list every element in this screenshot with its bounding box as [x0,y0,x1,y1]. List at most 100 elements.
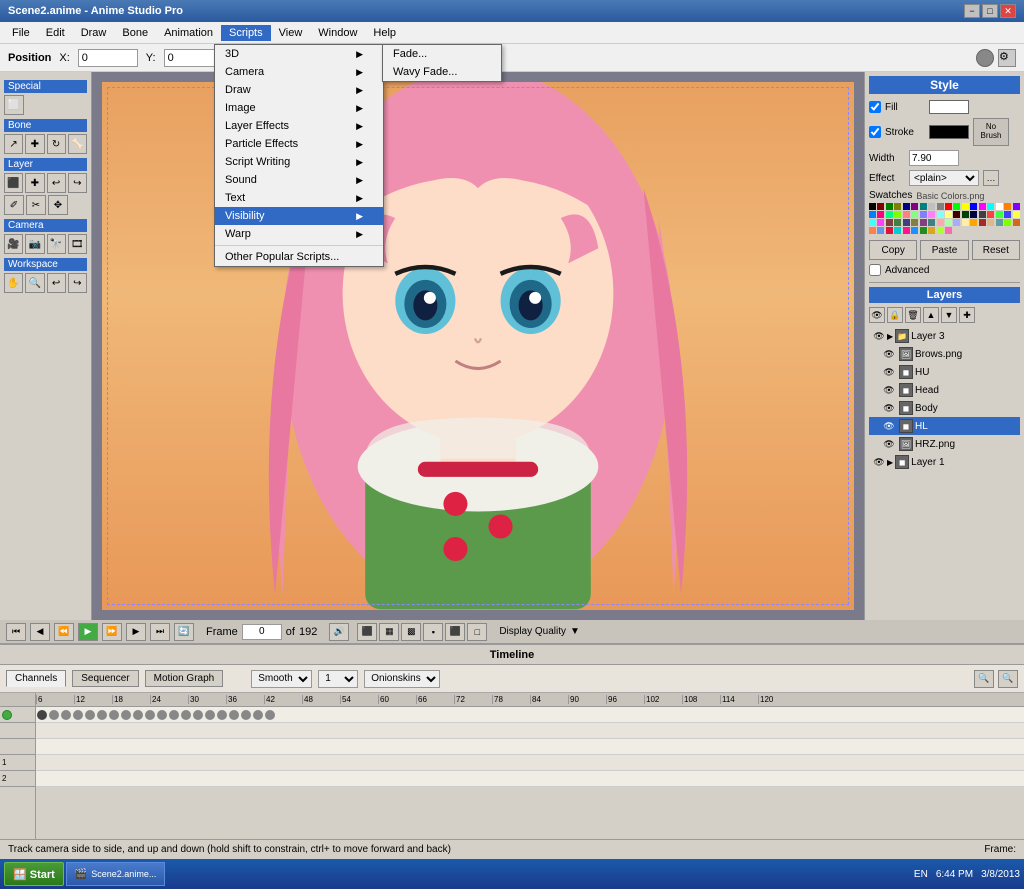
layer-eye-1[interactable]: 👁 [883,348,895,360]
tab-channels[interactable]: Channels [6,670,66,687]
swatch-35[interactable] [1013,211,1020,218]
stroke-checkbox[interactable] [869,126,881,138]
tl-dot-2[interactable] [61,710,71,720]
script-item-image[interactable]: Image ▶ [215,99,383,117]
layer-eye-4[interactable]: 👁 [883,402,895,414]
tl-dot-4[interactable] [85,710,95,720]
menu-edit[interactable]: Edit [38,25,73,41]
swatch-52[interactable] [1004,219,1011,226]
tl-dot-18[interactable] [253,710,263,720]
script-item-particle[interactable]: Particle Effects ▶ [215,135,383,153]
layer-eye-3[interactable]: 👁 [883,384,895,396]
swatch-15[interactable] [996,203,1003,210]
swatch-29[interactable] [962,211,969,218]
swatch-33[interactable] [996,211,1003,218]
tool-camera-3[interactable]: 🔭 [47,234,66,254]
swatch-53[interactable] [1013,219,1020,226]
swatch-6[interactable] [920,203,927,210]
toolbar-x-input[interactable] [78,49,138,67]
layer-row-4[interactable]: 👁◼Body [869,399,1020,417]
layer-row-3[interactable]: 👁◼Head [869,381,1020,399]
layer-row-6[interactable]: 👁🖼HRZ.png [869,435,1020,453]
layer-eye-0[interactable]: 👁 [873,330,885,342]
view-btn-6[interactable]: □ [467,623,487,641]
swatch-16[interactable] [1004,203,1011,210]
view-btn-5[interactable]: ⬛ [445,623,465,641]
tl-dot-7[interactable] [121,710,131,720]
smooth-select[interactable]: Smooth [251,670,312,688]
swatch-24[interactable] [920,211,927,218]
tl-dot-5[interactable] [97,710,107,720]
reset-button[interactable]: Reset [972,240,1020,260]
swatch-50[interactable] [987,219,994,226]
tl-tracks-container[interactable]: 6121824303642485460667278849096102108114… [36,693,1024,839]
menu-help[interactable]: Help [365,25,404,41]
script-item-warp[interactable]: Warp ▶ [215,225,383,243]
visibility-item-fade[interactable]: Fade... [383,45,501,63]
tl-dot-15[interactable] [217,710,227,720]
tl-zoom-in[interactable]: 🔍 [974,670,994,688]
menu-view[interactable]: View [271,25,311,41]
swatch-20[interactable] [886,211,893,218]
swatch-59[interactable] [911,227,918,234]
tl-dot-19[interactable] [265,710,275,720]
swatch-23[interactable] [911,211,918,218]
stroke-color-box[interactable] [929,125,969,139]
swatch-37[interactable] [877,219,884,226]
swatch-41[interactable] [911,219,918,226]
swatch-10[interactable] [953,203,960,210]
menu-draw[interactable]: Draw [73,25,115,41]
menu-file[interactable]: File [4,25,38,41]
tl-dot-13[interactable] [193,710,203,720]
swatch-36[interactable] [869,219,876,226]
tl-dot-3[interactable] [73,710,83,720]
tool-layer-1[interactable]: ⬛ [4,173,23,193]
swatch-31[interactable] [979,211,986,218]
view-btn-2[interactable]: ▦ [379,623,399,641]
tool-layer-3[interactable]: ↩ [47,173,66,193]
layers-tb-6[interactable]: ✚ [959,307,975,323]
frame-input[interactable] [242,624,282,640]
tool-bone-2[interactable]: ✚ [25,134,44,154]
tool-camera-4[interactable]: 🎞 [68,234,87,254]
layers-tb-1[interactable]: 👁 [869,307,885,323]
tl-dot-0[interactable] [37,710,47,720]
layers-tb-3[interactable]: 🗑 [905,307,921,323]
tl-dot-16[interactable] [229,710,239,720]
swatch-46[interactable] [953,219,960,226]
pb-prev-frame[interactable]: ◀ [30,623,50,641]
tool-camera-1[interactable]: 🎥 [4,234,23,254]
width-input[interactable] [909,150,959,166]
swatch-27[interactable] [945,211,952,218]
pb-next-frame[interactable]: ▶ [126,623,146,641]
tool-special-1[interactable]: ⬜ [4,95,24,115]
swatch-42[interactable] [920,219,927,226]
swatch-58[interactable] [903,227,910,234]
pb-last[interactable]: ⏭ [150,623,170,641]
start-button[interactable]: 🪟 Start [4,862,64,886]
tl-dot-6[interactable] [109,710,119,720]
tool-bone-3[interactable]: ↻ [47,134,66,154]
swatch-48[interactable] [970,219,977,226]
script-item-text[interactable]: Text ▶ [215,189,383,207]
tool-ws-2[interactable]: 🔍 [25,273,44,293]
layer-row-2[interactable]: 👁◼HU [869,363,1020,381]
tl-dot-14[interactable] [205,710,215,720]
swatch-61[interactable] [928,227,935,234]
fill-checkbox[interactable] [869,101,881,113]
canvas-area[interactable] [92,72,864,620]
tl-dot-17[interactable] [241,710,251,720]
effect-select[interactable]: <plain> [909,170,979,186]
tl-zoom-out[interactable]: 🔍 [998,670,1018,688]
swatch-5[interactable] [911,203,918,210]
swatch-44[interactable] [937,219,944,226]
swatch-49[interactable] [979,219,986,226]
copy-button[interactable]: Copy [869,240,917,260]
script-item-layer-effects[interactable]: Layer Effects ▶ [215,117,383,135]
swatch-63[interactable] [945,227,952,234]
swatch-55[interactable] [877,227,884,234]
swatch-1[interactable] [877,203,884,210]
swatch-54[interactable] [869,227,876,234]
swatch-9[interactable] [945,203,952,210]
script-item-camera[interactable]: Camera ▶ [215,63,383,81]
